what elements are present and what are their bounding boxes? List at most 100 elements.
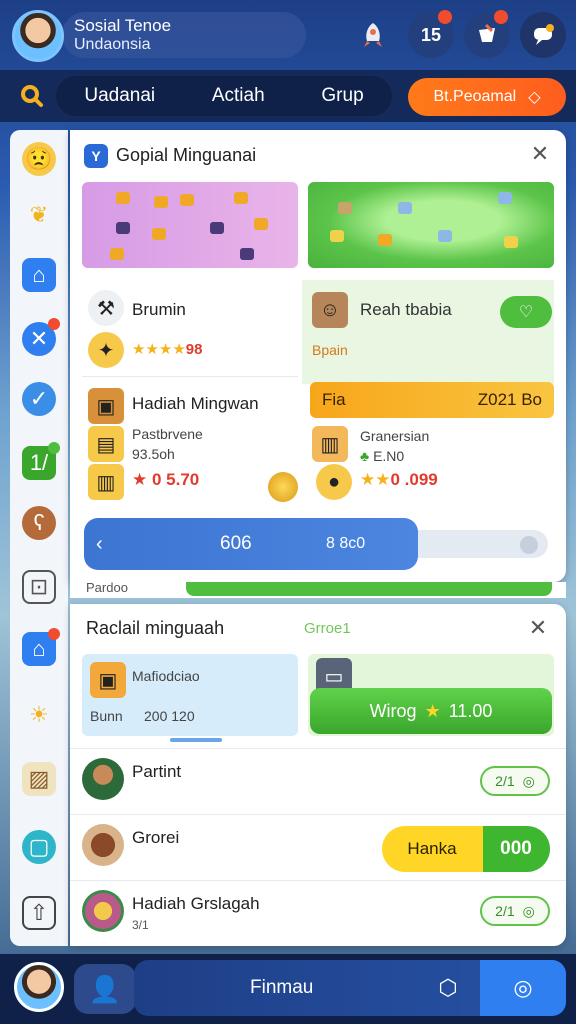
weekly-social-card: Y Gopial Minguanai ✕ ⚒ Brumin ✦ ★★★★98 ☺…: [70, 130, 566, 582]
left-rail: 😟 ❦ ⌂ ✕ ✓ 1/ ʕ ⊡ ⌂ ☀ ▨ ▢ ⇧: [10, 130, 68, 946]
bottom-main-bar[interactable]: Finmau ⬡ ◎: [134, 960, 566, 1016]
diamond-icon: ◇: [528, 89, 541, 106]
user-avatar[interactable]: [12, 10, 64, 62]
orange-banner-right: Z021 Bo: [477, 390, 542, 409]
reward-right-sub: ♣ E.N0: [360, 448, 405, 464]
player-avatar: [82, 758, 124, 800]
banner-left[interactable]: [82, 182, 298, 268]
tab-indicator: [170, 738, 222, 742]
gift-icon[interactable]: ⌂: [22, 628, 60, 666]
close-icon[interactable]: ✕: [528, 141, 552, 166]
trophy-icon[interactable]: [464, 10, 510, 58]
target-icon: ◎: [522, 902, 535, 919]
emoji-icon[interactable]: 😟: [22, 142, 56, 176]
bottom-bar: 👤 Finmau ⬡ ◎: [0, 954, 576, 1024]
cta-label: Bt.Peoamal: [433, 88, 517, 105]
top-bar: Sosial Tenoe Undaonsia 15: [0, 0, 576, 68]
leaf-icon[interactable]: ❦: [22, 198, 56, 232]
row-label: Partint: [132, 762, 182, 781]
close-icon[interactable]: ✕: [526, 615, 550, 640]
list-row[interactable]: Partint 2/1 ◎: [70, 748, 566, 814]
picture-icon[interactable]: ▨: [22, 762, 56, 796]
chevron-left-icon[interactable]: ‹: [96, 533, 103, 556]
upload-icon[interactable]: ⇧: [22, 896, 56, 930]
reward-box-blue[interactable]: ▣ Mafiodciao Bunn 200 120: [82, 654, 298, 736]
blue-box-value: 200 120: [144, 708, 195, 724]
link-icon[interactable]: ✕: [22, 318, 60, 356]
gold-badge-icon: ✦: [88, 332, 124, 368]
strip-label: Pardoo: [86, 580, 128, 595]
action-button[interactable]: Hanka 000: [382, 826, 550, 872]
divider: [82, 376, 298, 377]
tab-uadanai[interactable]: Uadanai: [84, 85, 155, 107]
reward-right-sub-text: E.N0: [373, 448, 405, 464]
notification-icon[interactable]: 15: [408, 10, 454, 58]
friends-icon[interactable]: 👤: [74, 964, 136, 1014]
profile-subtitle: Undaonsia: [74, 36, 151, 53]
count-pill[interactable]: 2/1 ◎: [480, 896, 550, 926]
coin-small-icon: ●: [316, 464, 352, 500]
blue-box-sub: Bunn: [90, 708, 123, 724]
card2-title: Raclail minguaah: [86, 618, 225, 638]
progress-detail: 8 8c0: [326, 535, 366, 552]
item-brumin-label: Brumin: [132, 300, 186, 319]
notification-count: 15: [420, 24, 442, 45]
win-button-label: Wirog: [369, 700, 417, 721]
orange-banner-left: Fia: [322, 390, 346, 409]
target-icon: ◎: [522, 772, 535, 789]
flag-icon[interactable]: 1/: [22, 442, 60, 480]
tab-grup[interactable]: Grup: [321, 85, 363, 107]
progress-fill[interactable]: ‹ 606 8 8c0: [84, 518, 418, 570]
count-pill[interactable]: 2/1 ◎: [480, 766, 550, 796]
tv-icon[interactable]: ▢: [22, 830, 56, 864]
profile-icon[interactable]: ◎: [480, 960, 566, 1016]
strip-green-bar: [186, 582, 552, 596]
action-label: Hanka: [407, 839, 457, 858]
reward-left-value: ★ 0 5.70: [132, 470, 200, 489]
rocket-icon[interactable]: [350, 12, 396, 58]
gift-avatar: [82, 890, 124, 932]
sun-icon[interactable]: ☀: [22, 698, 56, 732]
reward-left-number: 0 5.70: [151, 470, 200, 489]
profile-pill[interactable]: Sosial Tenoe Undaonsia: [62, 12, 306, 58]
reward-right-label: Granersian: [360, 428, 430, 444]
coin-icon: [268, 472, 298, 502]
card-logo-icon: Y: [84, 144, 108, 168]
chat-icon[interactable]: [520, 12, 566, 58]
crate-icon: ▣: [90, 662, 126, 698]
count-pill-text: 2/1: [495, 773, 515, 789]
money-icon: ▤: [88, 426, 124, 462]
home-icon[interactable]: ⌂: [22, 258, 56, 292]
card-title: Gopial Minguanai: [116, 145, 257, 165]
star-icon: ★: [424, 700, 441, 721]
row-sub: 3/1: [132, 918, 149, 932]
weekly-reward-label: Hadiah Mingwan: [132, 394, 259, 413]
list-row[interactable]: Hadiah Grslagah 3/1 2/1 ◎: [70, 880, 566, 946]
bag-icon[interactable]: ⊡: [22, 570, 56, 604]
cta-button[interactable]: Bt.Peoamal ◇: [408, 78, 566, 116]
win-button[interactable]: Wirog ★ 11.00: [310, 688, 552, 734]
rating-value: 98: [185, 341, 203, 358]
action-value: 000: [500, 838, 532, 859]
list-row[interactable]: Grorei Hanka 000: [70, 814, 566, 880]
item-reah-label: Reah tbabia: [360, 300, 452, 319]
profile-photo: ☺: [312, 292, 348, 328]
orange-banner[interactable]: Fia Z021 Bo: [310, 382, 554, 418]
heart-button[interactable]: ♡: [500, 296, 552, 328]
search-icon[interactable]: [14, 80, 50, 112]
book-icon: ▥: [312, 426, 348, 462]
trophy-badge: [494, 10, 508, 24]
tab-actiah[interactable]: Actiah: [212, 85, 265, 107]
reward-right-number: 0 .099: [390, 470, 438, 489]
progress-knob[interactable]: [520, 536, 538, 554]
item-reah-sub: Bpain: [312, 342, 348, 358]
shield-icon[interactable]: ⬡: [430, 972, 466, 1004]
blue-box-label: Mafiodciao: [132, 668, 200, 684]
bear-icon[interactable]: ʕ: [22, 506, 56, 540]
nav-bar: Uadanai Actiah Grup Bt.Peoamal ◇: [0, 70, 576, 122]
chat-bubble-icon[interactable]: ✓: [22, 382, 56, 416]
bottom-avatar[interactable]: [14, 962, 64, 1012]
notification-badge: [438, 10, 452, 24]
banner-right[interactable]: [308, 182, 554, 268]
hammer-icon: ⚒: [88, 290, 124, 326]
